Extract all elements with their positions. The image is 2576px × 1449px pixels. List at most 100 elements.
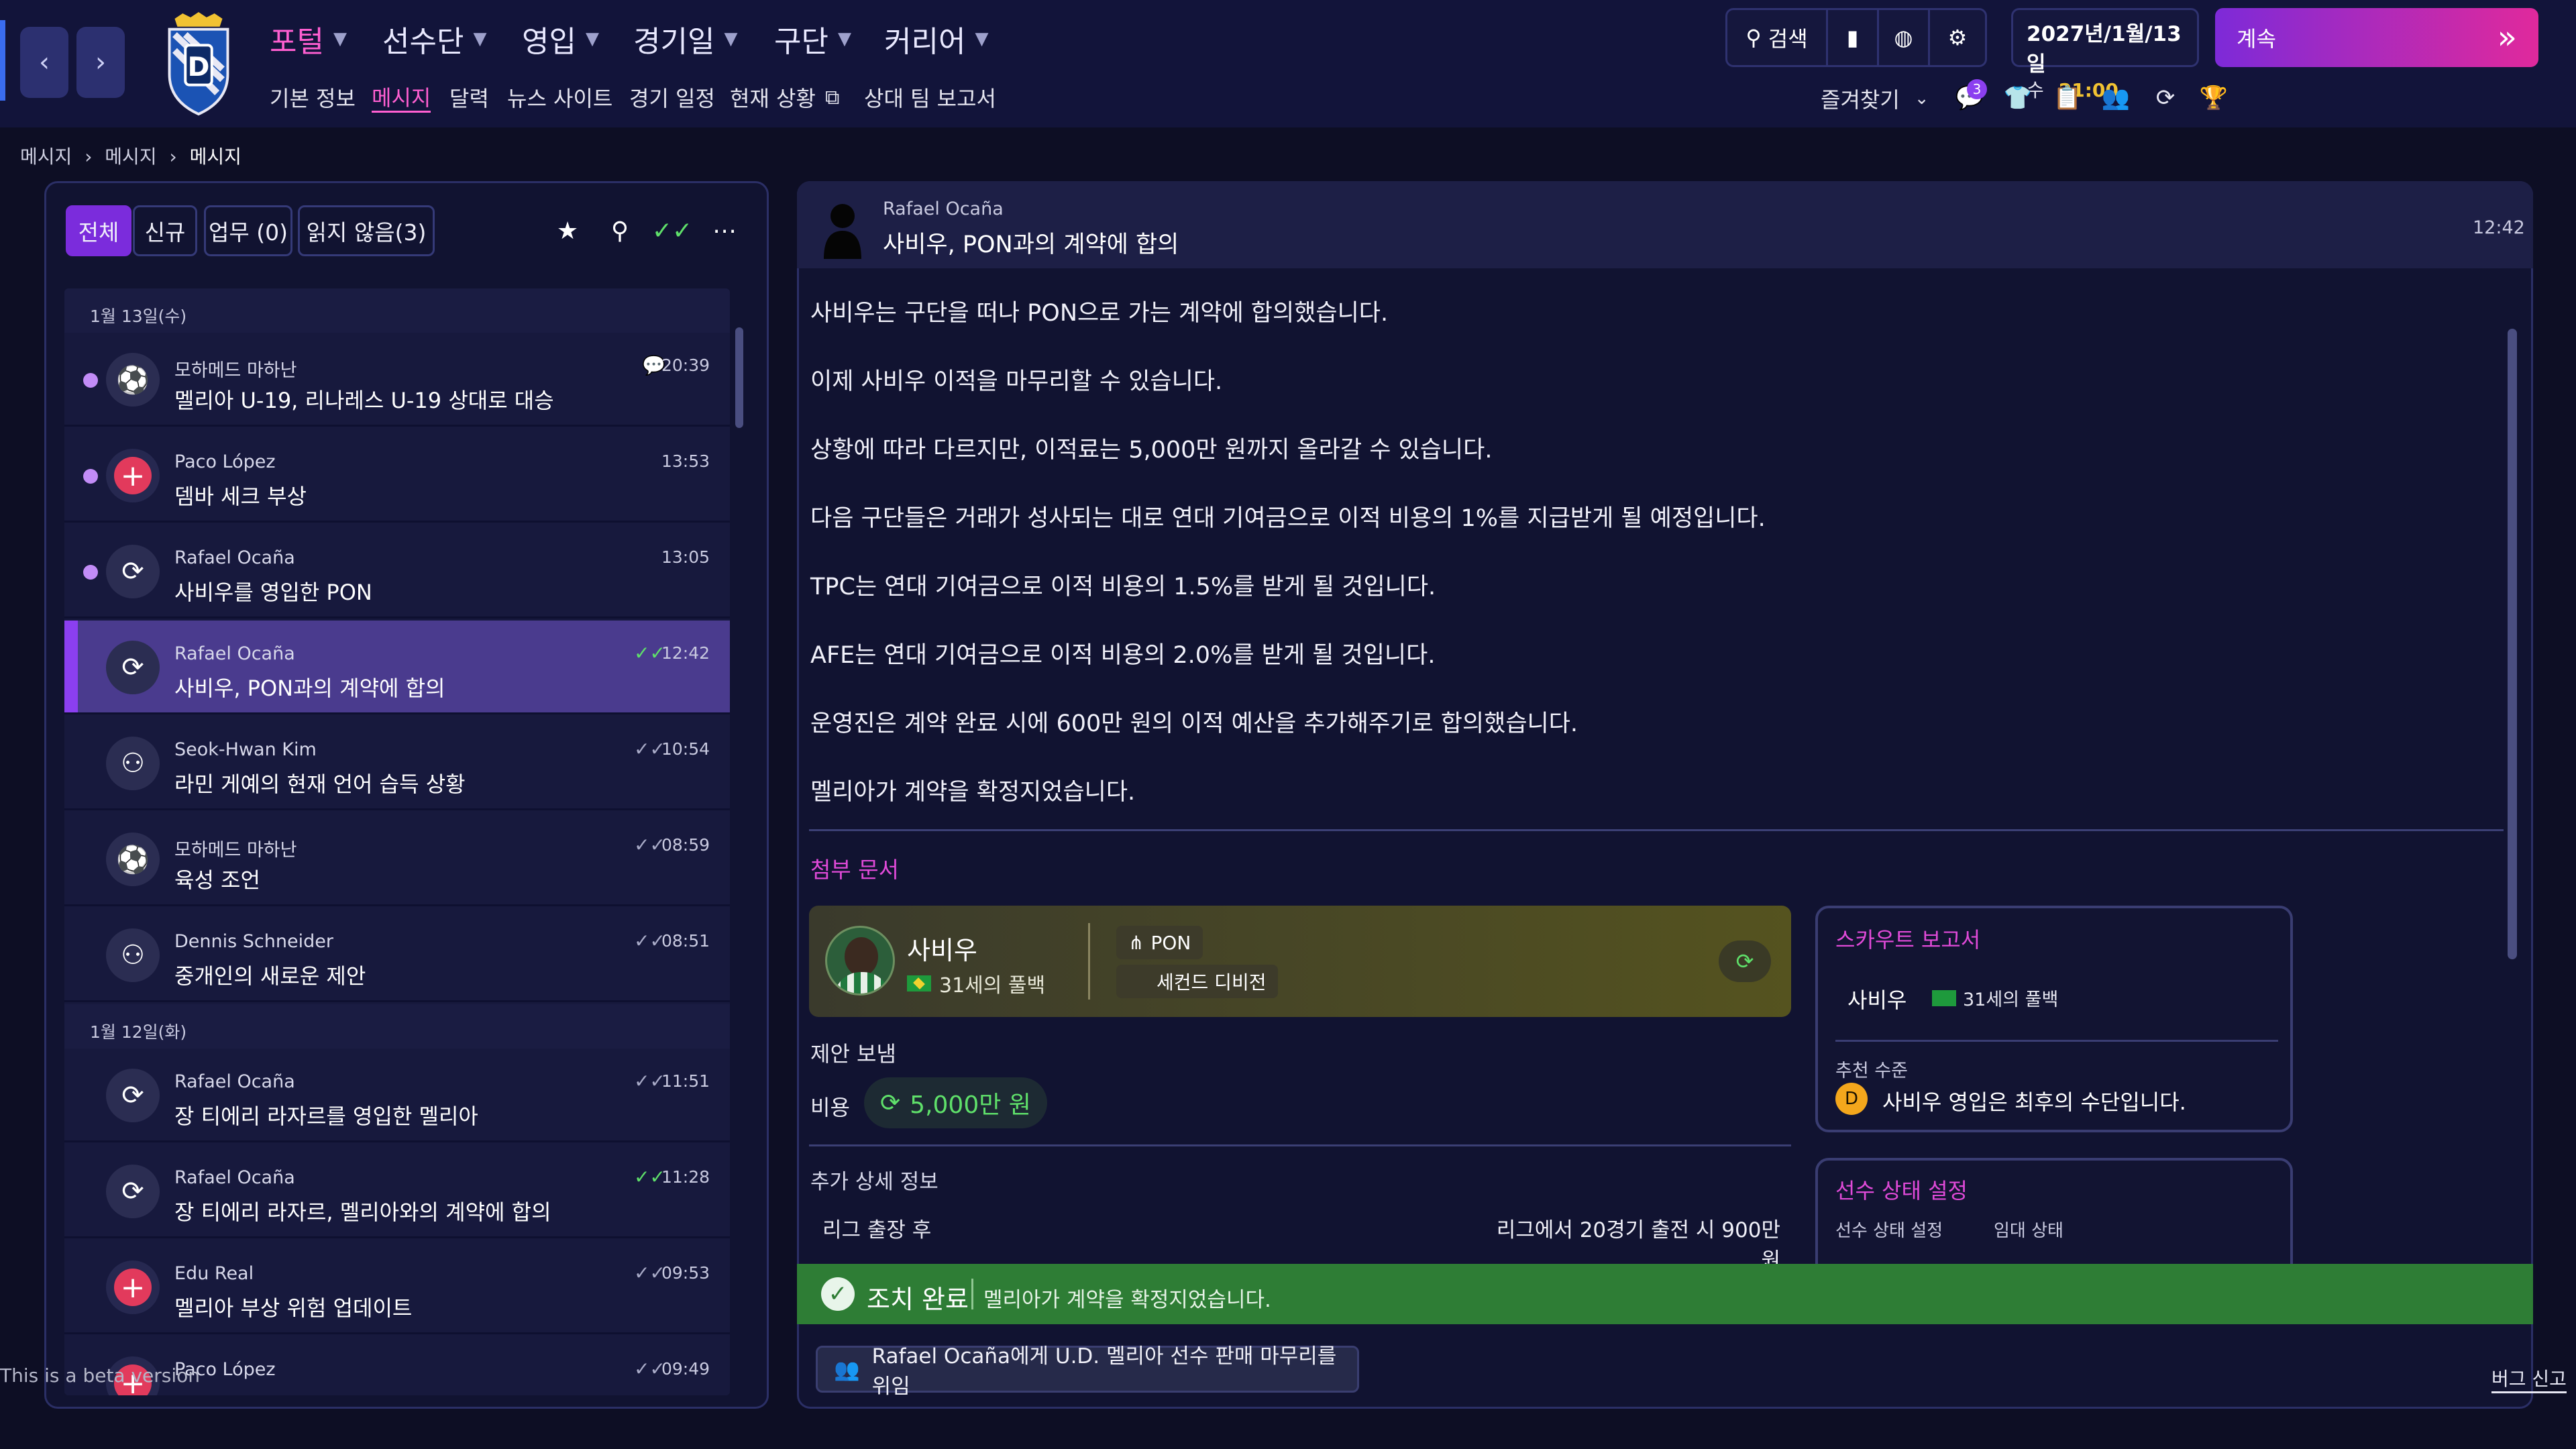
message-list-item[interactable]: ⚇ Seok-Hwan Kim 라민 게예의 현재 언어 습득 상황 ✓✓ 10:54 — [64, 716, 730, 810]
club-crest-icon[interactable]: D — [158, 11, 239, 117]
message-list-item[interactable]: + Paco López 뎀바 세크 부상 13:53 — [64, 429, 730, 523]
message-subject: 육성 조언 — [174, 867, 260, 893]
chevron-down-icon: ▼ — [724, 29, 738, 49]
divider — [1088, 923, 1090, 1000]
message-list-item[interactable]: ⟳ Rafael Ocaña 사비우, PON과의 계약에 합의 ✓✓ 12:42 — [64, 621, 730, 714]
loan-status-column: 임대 상태 — [1994, 1221, 2063, 1241]
back-button[interactable]: ‹ — [20, 27, 68, 98]
continue-label: 계속 — [2237, 26, 2276, 52]
chevron-down-icon: ▼ — [333, 29, 347, 49]
breadcrumb-item[interactable]: 메시지 — [20, 146, 72, 168]
menu-label: 구단 — [774, 25, 828, 59]
star-button[interactable]: ★ — [549, 212, 586, 250]
filter-all-tab[interactable]: 전체 — [66, 205, 131, 256]
message-scrollbar[interactable] — [2508, 329, 2517, 959]
message-subject: 사비우를 영입한 PON — [174, 580, 372, 605]
menu-transfers[interactable]: 영입 ▼ — [522, 17, 599, 60]
message-list-item[interactable]: + Edu Real 멜리아 부상 위험 업데이트 ✓✓ 09:53 — [64, 1240, 730, 1334]
submenu-current-status[interactable]: 현재 상황 ⧉ — [730, 82, 839, 113]
menu-label: 영입 — [522, 25, 576, 59]
message-body-line: 멜리아가 계약을 확정지었습니다. — [810, 779, 1136, 806]
chevron-left-icon: ‹ — [39, 47, 50, 78]
menu-squad[interactable]: 선수단 ▼ — [382, 17, 486, 60]
transfer-cycle-icon: ⟳ — [106, 1165, 160, 1218]
menu-label: 선수단 — [382, 25, 464, 59]
league-badge[interactable]: 세컨드 디비전 — [1116, 965, 1279, 998]
message-subject: 중개인의 새로운 제안 — [174, 963, 366, 989]
submenu-news[interactable]: 뉴스 사이트 — [507, 82, 612, 113]
club-badge[interactable]: ⋔ PON — [1116, 926, 1203, 959]
game-date[interactable]: 2027년/1월/13일 수 21:00 — [2011, 8, 2199, 101]
message-list-item[interactable]: ⟳ Rafael Ocaña 장 티에리 라자르를 영입한 멜리아 ✓✓ 11:51 — [64, 1049, 730, 1142]
message-list-item[interactable]: ⚽ 모하메드 마하난 육성 조언 ✓✓ 08:59 — [64, 812, 730, 906]
menu-club[interactable]: 구단 ▼ — [774, 17, 851, 60]
kit-button[interactable]: 👕 — [2002, 82, 2034, 114]
message-time: 20:39 — [661, 356, 710, 375]
message-list-item[interactable]: ⚇ Dennis Schneider 중개인의 새로운 제안 ✓✓ 08:51 — [64, 908, 730, 1002]
recommendation-label: 추천 수준 — [1835, 1061, 1908, 1081]
submenu-messages[interactable]: 메시지 — [372, 82, 431, 113]
settings-button[interactable]: ⚙ — [1930, 10, 1985, 65]
message-time: 09:53 — [661, 1263, 710, 1283]
message-list-item[interactable]: ⟳ Rafael Ocaña 장 티에리 라자르, 멜리아와의 계약에 합의 ✓✓ 11… — [64, 1144, 730, 1238]
message-body-line: TPC는 연대 기여금으로 이적 비용의 1.5%를 받게 될 것입니다. — [810, 574, 1436, 600]
filter-new-tab[interactable]: 신규 — [133, 205, 197, 256]
filter-tasks-tab[interactable]: 업무 (0) — [204, 205, 292, 256]
trophy-button[interactable]: 🏆 — [2198, 82, 2230, 114]
message-time: 13:53 — [661, 451, 710, 471]
action-complete-text: 멜리아가 계약을 확정지었습니다. — [983, 1288, 1271, 1312]
menu-portal[interactable]: 포털 ▼ — [270, 17, 347, 60]
message-subject: 장 티에리 라자르, 멜리아와의 계약에 합의 — [174, 1199, 551, 1225]
message-list-item[interactable]: ⚽ 모하메드 마하난 멜리아 U-19, 리나레스 U-19 상대로 대승 💬 20:3… — [64, 333, 730, 427]
message-sender: Dennis Schneider — [174, 931, 333, 952]
date-text: 2027년/1월/13일 — [2027, 22, 2182, 76]
player-status-column: 선수 상태 설정 — [1835, 1221, 1943, 1241]
transfer-status-button[interactable]: ⟳ — [1719, 941, 1771, 982]
search-inbox-button[interactable]: ⚲ — [601, 212, 639, 250]
message-sender[interactable]: Rafael Ocaña — [883, 199, 1004, 219]
sender-avatar[interactable] — [820, 199, 865, 259]
scout-report-card[interactable]: 스카우트 보고서 사비우 31세의 풀백 추천 수준 D 사비우 영입은 최후의… — [1815, 906, 2293, 1132]
bug-report-link[interactable]: 버그 신고 — [2491, 1364, 2567, 1393]
message-subject: 뎀바 세크 부상 — [174, 484, 307, 509]
message-subject: 멜리아 부상 위험 업데이트 — [174, 1295, 413, 1321]
globe-button[interactable]: ◍ — [1879, 10, 1930, 65]
delegate-people-icon: 👥 — [834, 1357, 860, 1382]
delegate-transfer-button[interactable]: 👥 Rafael Ocaña에게 U.D. 멜리아 선수 판매 마무리를 위임 — [816, 1344, 1359, 1399]
submenu-calendar[interactable]: 달력 — [449, 82, 489, 113]
double-check-icon: ✓✓ — [634, 1070, 665, 1092]
continue-button[interactable]: 계속 » — [2215, 8, 2538, 67]
message-body-line: 이제 사비우 이적을 마무리할 수 있습니다. — [810, 368, 1223, 395]
filter-unread-tab[interactable]: 읽지 않음(3) — [298, 205, 435, 256]
favorites-dropdown[interactable]: 즐겨찾기 ⌄ — [1821, 83, 1929, 114]
breadcrumb-item[interactable]: 메시지 — [105, 146, 156, 168]
submenu-overview[interactable]: 기본 정보 — [270, 82, 356, 113]
people-button[interactable]: 👥 — [2100, 82, 2132, 114]
globe-icon: ◍ — [1894, 25, 1913, 50]
search-button[interactable]: ⚲ 검색 — [1727, 10, 1828, 65]
message-sender: Paco López — [174, 451, 276, 472]
submenu-fixtures[interactable]: 경기 일정 — [629, 82, 715, 113]
bookmark-button[interactable]: ▮ — [1828, 10, 1879, 65]
scout-player-name[interactable]: 사비우 — [1847, 983, 1907, 1014]
menu-career[interactable]: 커리어 ▼ — [884, 17, 988, 60]
more-options-button[interactable]: ⋯ — [706, 212, 743, 250]
transfers-button[interactable]: ⟳ — [2149, 82, 2182, 114]
club-crest-icon: ⋔ — [1128, 931, 1144, 954]
player-photo[interactable] — [825, 926, 895, 996]
inbox-scrollbar[interactable] — [735, 327, 743, 428]
message-list-item[interactable]: ⟳ Rafael Ocaña 사비우를 영입한 PON 13:05 — [64, 525, 730, 619]
menu-matchday[interactable]: 경기일 ▼ — [633, 17, 737, 60]
double-check-icon: ✓✓ — [634, 1262, 665, 1284]
clipboard-button[interactable]: 📋 — [2051, 82, 2084, 114]
submenu-opponent-report[interactable]: 상대 팀 보고서 — [864, 82, 996, 113]
toolbar-group: ⚲ 검색 ▮ ◍ ⚙ — [1725, 8, 1987, 67]
forward-button[interactable]: › — [76, 27, 125, 98]
mark-read-button[interactable]: ✓✓ — [652, 212, 692, 250]
player-name[interactable]: 사비우 — [907, 930, 977, 967]
player-transfer-card[interactable]: 사비우 31세의 풀백 ⋔ PON 세컨드 디비전 ⟳ — [809, 906, 1791, 1017]
shirt-icon: 👕 — [2003, 85, 2033, 111]
message-body-line: 운영진은 계약 완료 시에 600만 원의 이적 예산을 추가해주기로 합의했습… — [810, 710, 1578, 737]
divider — [1835, 1040, 2278, 1042]
double-check-icon: ✓✓ — [634, 834, 665, 856]
